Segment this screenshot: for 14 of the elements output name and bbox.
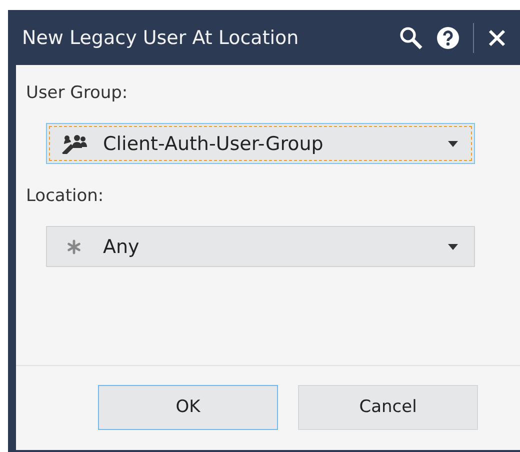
caret-icon: [448, 140, 458, 146]
window-title: New Legacy User At Location: [22, 26, 300, 48]
asterisk-icon: [66, 238, 82, 254]
help-icon[interactable]: [437, 26, 459, 48]
close-icon[interactable]: [488, 28, 506, 46]
dropdown[interactable]: Client-Auth-User-Group: [46, 123, 475, 164]
caret-icon: [448, 244, 458, 250]
field-label: User Group:: [26, 83, 128, 103]
dropdown[interactable]: Any: [46, 226, 475, 267]
field-label: Location:: [26, 186, 104, 206]
dialog-button[interactable]: Cancel: [298, 384, 478, 430]
search-icon[interactable]: [399, 26, 423, 50]
dialog-button[interactable]: OK: [98, 384, 278, 430]
user-group-icon: [61, 134, 87, 154]
